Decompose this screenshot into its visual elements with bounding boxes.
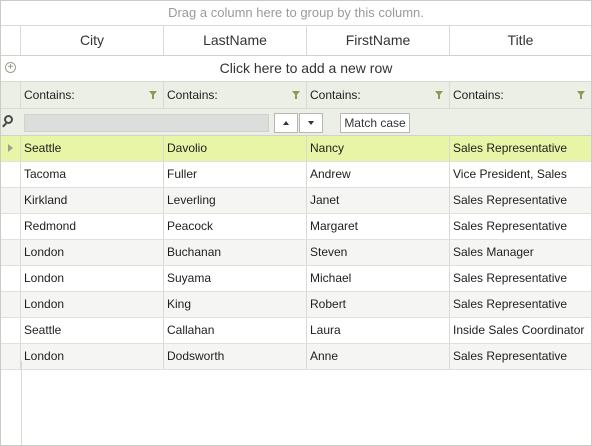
row-indicator[interactable] — [1, 240, 21, 265]
cell-title[interactable]: Sales Representative — [450, 136, 591, 161]
cell-city[interactable]: London — [21, 266, 164, 291]
row-indicator[interactable] — [1, 188, 21, 213]
filter-city-label: Contains: — [24, 88, 75, 102]
cell-city[interactable]: Seattle — [21, 136, 164, 161]
cell-lastname[interactable]: Suyama — [164, 266, 307, 291]
add-new-row[interactable]: + Click here to add a new row — [1, 56, 591, 82]
filter-row: Contains: Contains: Contains: Contains: — [1, 82, 591, 109]
cell-lastname[interactable]: Buchanan — [164, 240, 307, 265]
cell-firstname[interactable]: Robert — [307, 292, 450, 317]
filter-lastname-label: Contains: — [167, 88, 218, 102]
current-row-arrow-icon — [8, 144, 13, 152]
cell-lastname[interactable]: Fuller — [164, 162, 307, 187]
filter-funnel-icon[interactable] — [292, 91, 300, 99]
column-header-row: City LastName FirstName Title — [1, 26, 591, 56]
cell-city[interactable]: London — [21, 240, 164, 265]
match-case-button[interactable]: Match case — [340, 113, 410, 133]
cell-title[interactable]: Vice President, Sales — [450, 162, 591, 187]
search-icon — [4, 115, 13, 124]
table-row[interactable]: Redmond Peacock Margaret Sales Representati… — [1, 214, 591, 240]
previous-match-button[interactable] — [274, 113, 298, 133]
header-indicator-cell — [1, 26, 21, 55]
grid-rows: Seattle Davolio Nancy Sales Representative T… — [1, 136, 591, 370]
cell-title[interactable]: Inside Sales Coordinator — [450, 318, 591, 343]
arrow-up-icon — [283, 121, 289, 125]
cell-title[interactable]: Sales Representative — [450, 266, 591, 291]
cell-firstname[interactable]: Nancy — [307, 136, 450, 161]
cell-lastname[interactable]: Davolio — [164, 136, 307, 161]
cell-firstname[interactable]: Margaret — [307, 214, 450, 239]
row-indicator[interactable] — [1, 136, 21, 161]
column-header-firstname[interactable]: FirstName — [307, 26, 450, 55]
table-row[interactable]: London King Robert Sales Representative — [1, 292, 591, 318]
cell-firstname[interactable]: Steven — [307, 240, 450, 265]
column-header-lastname[interactable]: LastName — [164, 26, 307, 55]
filter-funnel-icon[interactable] — [435, 91, 443, 99]
filter-funnel-icon[interactable] — [149, 91, 157, 99]
table-row[interactable]: Kirkland Leverling Janet Sales Representati… — [1, 188, 591, 214]
cell-city[interactable]: Redmond — [21, 214, 164, 239]
table-row[interactable]: Seattle Davolio Nancy Sales Representative — [1, 136, 591, 162]
filter-indicator-cell — [1, 82, 21, 108]
filter-lastname[interactable]: Contains: — [164, 82, 307, 108]
empty-grid-area — [1, 361, 591, 445]
cell-lastname[interactable]: King — [164, 292, 307, 317]
arrow-down-icon — [308, 121, 314, 125]
filter-title[interactable]: Contains: — [450, 82, 591, 108]
search-panel: Match case — [1, 109, 591, 136]
cell-lastname[interactable]: Leverling — [164, 188, 307, 213]
cell-lastname[interactable]: Callahan — [164, 318, 307, 343]
cell-title[interactable]: Sales Manager — [450, 240, 591, 265]
cell-lastname[interactable]: Peacock — [164, 214, 307, 239]
row-indicator[interactable] — [1, 292, 21, 317]
add-row-plus-icon[interactable]: + — [5, 62, 16, 73]
data-grid: Drag a column here to group by this colu… — [0, 0, 592, 446]
cell-city[interactable]: Kirkland — [21, 188, 164, 213]
filter-funnel-icon[interactable] — [577, 91, 585, 99]
cell-title[interactable]: Sales Representative — [450, 292, 591, 317]
cell-city[interactable]: Tacoma — [21, 162, 164, 187]
row-indicator[interactable] — [1, 162, 21, 187]
cell-title[interactable]: Sales Representative — [450, 188, 591, 213]
row-indicator[interactable] — [1, 214, 21, 239]
filter-title-label: Contains: — [453, 88, 504, 102]
cell-city[interactable]: Seattle — [21, 318, 164, 343]
column-header-title[interactable]: Title — [450, 26, 591, 55]
table-row[interactable]: London Buchanan Steven Sales Manager — [1, 240, 591, 266]
cell-city[interactable]: London — [21, 292, 164, 317]
cell-firstname[interactable]: Andrew — [307, 162, 450, 187]
add-new-row-label[interactable]: Click here to add a new row — [21, 56, 591, 81]
cell-firstname[interactable]: Laura — [307, 318, 450, 343]
empty-indicator-column — [1, 361, 22, 445]
table-row[interactable]: London Suyama Michael Sales Representative — [1, 266, 591, 292]
next-match-button[interactable] — [299, 113, 323, 133]
cell-firstname[interactable]: Michael — [307, 266, 450, 291]
filter-firstname-label: Contains: — [310, 88, 361, 102]
column-header-city[interactable]: City — [21, 26, 164, 55]
filter-city[interactable]: Contains: — [21, 82, 164, 108]
group-panel[interactable]: Drag a column here to group by this colu… — [1, 1, 591, 26]
search-input[interactable] — [24, 114, 269, 132]
cell-firstname[interactable]: Janet — [307, 188, 450, 213]
table-row[interactable]: Seattle Callahan Laura Inside Sales Coordin… — [1, 318, 591, 344]
row-indicator[interactable] — [1, 318, 21, 343]
cell-title[interactable]: Sales Representative — [450, 214, 591, 239]
filter-firstname[interactable]: Contains: — [307, 82, 450, 108]
row-indicator[interactable] — [1, 266, 21, 291]
table-row[interactable]: Tacoma Fuller Andrew Vice President, Sales — [1, 162, 591, 188]
